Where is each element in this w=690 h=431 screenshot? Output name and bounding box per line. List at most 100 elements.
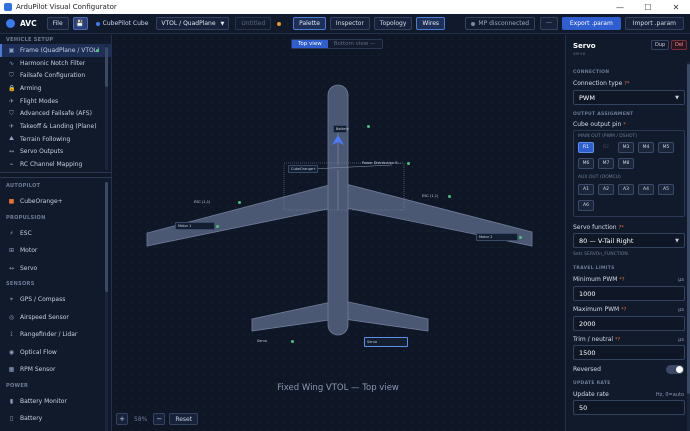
vehicle-setup-scrollbar[interactable] xyxy=(105,45,108,170)
node-power-distribution[interactable]: Power Distribution B... xyxy=(362,161,410,165)
inspector-toggle[interactable]: Inspector xyxy=(329,17,370,30)
canvas-caption: Fixed Wing VTOL — Top view xyxy=(277,383,399,393)
save-button[interactable]: 💾 xyxy=(72,17,88,30)
node-battery[interactable]: Battery xyxy=(333,125,349,133)
toggle-knob xyxy=(676,366,683,373)
topology-toggle[interactable]: Topology xyxy=(373,17,413,30)
sidebar-setup-item[interactable]: ↔ Servo Outputs xyxy=(0,146,111,159)
aircraft-canvas[interactable]: Top view Bottom view — Battery CubeOrang… xyxy=(112,35,564,431)
connection-type-select[interactable]: PWM ▼ xyxy=(573,90,685,105)
node-esc-left[interactable]: ESC (1,1) xyxy=(194,200,242,204)
sidebar-setup-item[interactable]: ⛉ Advanced Failsafe (AFS) xyxy=(0,107,111,120)
node-cubeorange[interactable]: CubeOrange+ xyxy=(288,165,318,173)
update-rate-input[interactable]: 50 xyxy=(573,400,685,415)
right-tail xyxy=(343,300,429,332)
more-menu-button[interactable]: ··· xyxy=(540,17,558,30)
window-titlebar: ArduPilot Visual Configurator — ☐ ✕ xyxy=(0,0,690,14)
shield-icon: ⛉ xyxy=(9,109,14,117)
palette-item[interactable]: ▮ Battery Monitor xyxy=(0,393,104,411)
airspeed-icon: ◎ xyxy=(8,313,15,321)
output-pin-button[interactable]: A6 xyxy=(578,200,594,211)
sidebar-setup-item[interactable]: ✈ Flight Modes xyxy=(0,95,111,108)
palette-item[interactable]: ◎ Airspeed Sensor xyxy=(0,309,104,327)
duplicate-button[interactable]: Dup xyxy=(651,40,670,50)
sidebar-setup-item[interactable]: ⛰ Terrain Following xyxy=(0,133,111,146)
palette-item[interactable]: ⊞ Motor xyxy=(0,242,104,260)
mp-connection-status[interactable]: MP disconnected xyxy=(465,17,536,30)
node-esc-right[interactable]: ESC (1,1) xyxy=(422,194,452,198)
palette-item-label: RPM Sensor xyxy=(20,366,56,374)
unsaved-indicator-dot xyxy=(277,21,282,26)
sidebar-setup-item[interactable]: ⛉ Failsafe Configuration xyxy=(0,69,111,82)
min-pwm-input[interactable]: 1000 xyxy=(573,286,685,301)
output-pin-button[interactable]: M3 xyxy=(618,142,634,153)
output-pin-button[interactable]: M8 xyxy=(618,158,634,169)
delete-button[interactable]: Del xyxy=(671,40,688,50)
zoom-out-button[interactable]: − xyxy=(153,413,166,425)
output-pin-button[interactable]: M6 xyxy=(578,158,594,169)
untitled-project-field[interactable]: Untitled xyxy=(235,17,272,30)
palette-section-heading: POWER xyxy=(6,382,29,389)
output-pin-button[interactable]: M5 xyxy=(658,142,674,153)
palette-item[interactable]: ◉ Optical Flow xyxy=(0,344,104,362)
sidebar-setup-item[interactable]: ▣ Frame (QuadPlane / VTOL) xyxy=(0,44,111,57)
minimize-button[interactable]: — xyxy=(606,3,634,12)
close-button[interactable]: ✕ xyxy=(662,3,690,12)
terrain-icon: ⛰ xyxy=(8,135,15,143)
palette-item[interactable]: ▯ Battery xyxy=(0,410,104,428)
maximize-button[interactable]: ☐ xyxy=(634,3,662,12)
output-pin-button[interactable]: M4 xyxy=(638,142,654,153)
sidebar-setup-item[interactable]: 🔒 Arming xyxy=(0,82,111,95)
palette-scrollbar[interactable] xyxy=(105,182,108,431)
servo-function-select[interactable]: 80 — V-Tail Right ▼ xyxy=(573,233,685,248)
node-motor-2[interactable]: Motor 2 xyxy=(476,233,522,241)
node-servo-right[interactable]: Servo xyxy=(364,337,408,347)
sidebar-setup-item[interactable]: ⌁ RC Channel Mapping xyxy=(0,158,111,169)
node-battery-pin[interactable] xyxy=(367,125,370,128)
palette-item[interactable]: ⌖ GPS / Compass xyxy=(0,291,104,309)
output-pin-button[interactable]: A2 xyxy=(598,184,614,195)
output-pin-button[interactable]: R2 xyxy=(598,142,614,153)
export-param-button[interactable]: Export .param xyxy=(561,17,621,30)
rangefinder-icon: ⟟ xyxy=(10,330,13,338)
output-pin-button[interactable]: A3 xyxy=(618,184,634,195)
zoom-in-button[interactable]: + xyxy=(116,413,128,425)
output-pin-button[interactable]: A5 xyxy=(658,184,674,195)
zoom-reset-button[interactable]: Reset xyxy=(169,413,199,425)
palette-item-label: Servo xyxy=(20,264,38,272)
component-palette: AUTOPILOT ■ CubeOrange+ PROPULSION ⚡ ESC ⊞ Moto… xyxy=(0,179,104,431)
output-pin-button[interactable]: R1 xyxy=(578,142,594,153)
palette-item-label: Battery xyxy=(20,415,43,423)
update-rate-unit: Hz, 0=auto xyxy=(655,392,684,398)
panel-splitter[interactable] xyxy=(0,172,111,178)
min-pwm-label: Minimum PWM *? xyxy=(573,276,625,283)
import-param-button[interactable]: Import .param xyxy=(624,17,684,30)
output-pin-button[interactable]: A1 xyxy=(578,184,594,195)
plane-icon: ✈ xyxy=(8,97,15,105)
palette-item[interactable]: ⚡ ESC xyxy=(0,225,104,243)
sidebar-item-label: Failsafe Configuration xyxy=(20,72,86,80)
palette-item[interactable]: ↔ Servo xyxy=(0,260,104,278)
trim-label: Trim / neutral *? xyxy=(573,336,621,343)
palette-item-label: Rangefinder / Lidar xyxy=(20,331,78,339)
palette-item[interactable]: ▦ RPM Sensor xyxy=(0,361,104,379)
zoom-level: 58% xyxy=(134,415,148,423)
max-pwm-input[interactable]: 2000 xyxy=(573,316,685,331)
node-servo-left[interactable]: Servo xyxy=(257,339,295,343)
frame-type-select[interactable]: VTOL / QuadPlane ▼ xyxy=(156,17,230,30)
output-pin-button[interactable]: M7 xyxy=(598,158,614,169)
sidebar-setup-item[interactable]: ✈ Takeoff & Landing (Plane) xyxy=(0,120,111,133)
palette-item[interactable]: ⟟ Rangefinder / Lidar xyxy=(0,326,104,344)
trim-input[interactable]: 1500 xyxy=(573,345,685,360)
output-pin-button[interactable]: A4 xyxy=(638,184,654,195)
file-menu-button[interactable]: File xyxy=(46,17,69,30)
reversed-toggle[interactable] xyxy=(666,365,684,374)
vehicle-setup-list: ▣ Frame (QuadPlane / VTOL) ∿ Harmonic Notch… xyxy=(0,44,111,169)
sidebar-setup-item[interactable]: ∿ Harmonic Notch Filter xyxy=(0,57,111,70)
wires-toggle[interactable]: Wires xyxy=(416,17,446,30)
sidebar-item-label: RC Channel Mapping xyxy=(20,161,83,169)
palette-toggle[interactable]: Palette xyxy=(293,17,326,30)
node-motor-1[interactable]: Motor 1 xyxy=(175,222,219,230)
palette-item[interactable]: ■ CubeOrange+ xyxy=(0,193,104,211)
takeoff-icon: ✈ xyxy=(8,122,15,130)
